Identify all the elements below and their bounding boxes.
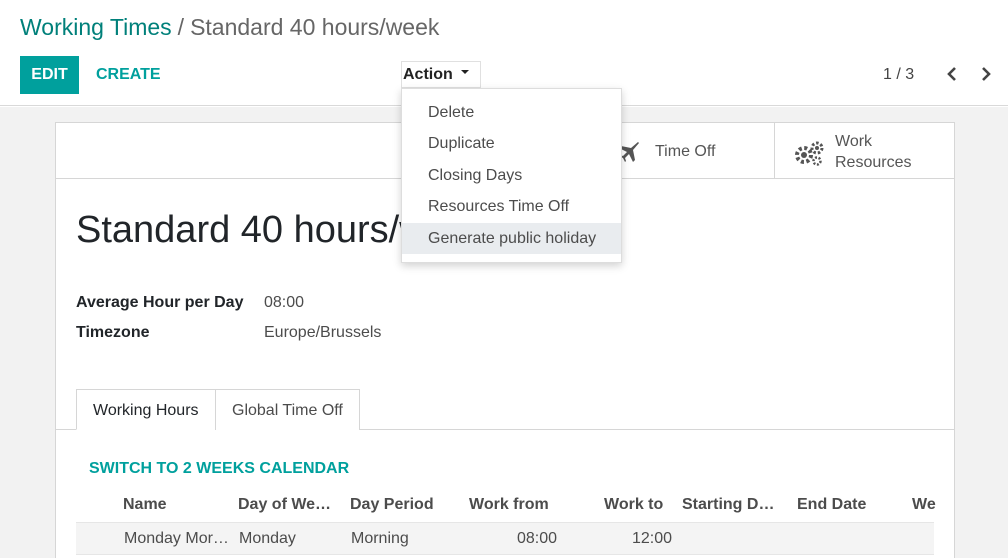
cell-work-to: 12:00 — [632, 530, 673, 547]
cell-name: Monday Mor… — [124, 530, 229, 547]
timezone-value: Europe/Brussels — [264, 324, 382, 341]
action-dropdown-menu: Delete Duplicate Closing Days Resources … — [401, 88, 622, 263]
menu-item-delete[interactable]: Delete — [402, 97, 621, 128]
action-dropdown-toggle[interactable]: Action — [401, 61, 481, 88]
gears-icon — [793, 140, 825, 171]
action-label: Action — [403, 66, 453, 83]
create-button[interactable]: CREATE — [96, 66, 161, 84]
column-header-work-to[interactable]: Work to — [604, 496, 663, 514]
breadcrumb-parent-link[interactable]: Working Times — [20, 14, 172, 40]
tab-working-hours[interactable]: Working Hours — [76, 389, 216, 430]
breadcrumb-current: Standard 40 hours/week — [190, 14, 440, 40]
menu-item-closing-days[interactable]: Closing Days — [402, 160, 621, 191]
cell-work-from: 08:00 — [517, 530, 558, 547]
record-title: Standard 40 hours/week — [76, 209, 402, 251]
column-header-week[interactable]: We — [912, 496, 936, 514]
switch-two-weeks-calendar-link[interactable]: SWITCH TO 2 WEEKS CALENDAR — [89, 460, 349, 478]
column-header-name[interactable]: Name — [123, 496, 167, 514]
average-hour-value: 08:00 — [264, 294, 305, 311]
breadcrumb: Working Times / Standard 40 hours/week — [20, 14, 439, 41]
work-resources-label-line2: Resources — [835, 154, 912, 171]
caret-down-icon — [460, 69, 469, 74]
pager-value[interactable]: 1 / 3 — [883, 66, 914, 84]
cell-day-period: Morning — [351, 530, 409, 547]
column-header-day-period[interactable]: Day Period — [350, 496, 434, 514]
edit-button[interactable]: EDIT — [20, 56, 79, 94]
menu-item-duplicate[interactable]: Duplicate — [402, 128, 621, 159]
work-resources-smart-button[interactable]: Work Resources — [774, 123, 954, 179]
column-header-work-from[interactable]: Work from — [469, 496, 549, 514]
cell-day-of-week: Monday — [239, 530, 296, 547]
chevron-left-icon[interactable] — [944, 64, 960, 84]
work-resources-label-line1: Work — [835, 133, 873, 150]
column-header-end-date[interactable]: End Date — [797, 496, 866, 514]
timezone-label: Timezone — [76, 324, 150, 341]
chevron-right-icon[interactable] — [978, 64, 994, 84]
menu-item-generate-public-holiday[interactable]: Generate public holiday — [402, 223, 621, 254]
column-header-starting-date[interactable]: Starting D… — [682, 496, 774, 514]
time-off-label: Time Off — [655, 143, 716, 160]
average-hour-label: Average Hour per Day — [76, 294, 244, 311]
tab-global-time-off[interactable]: Global Time Off — [215, 389, 360, 430]
menu-item-resources-time-off[interactable]: Resources Time Off — [402, 191, 621, 222]
breadcrumb-separator: / — [177, 14, 185, 40]
column-header-day-of-week[interactable]: Day of We… — [238, 496, 331, 514]
